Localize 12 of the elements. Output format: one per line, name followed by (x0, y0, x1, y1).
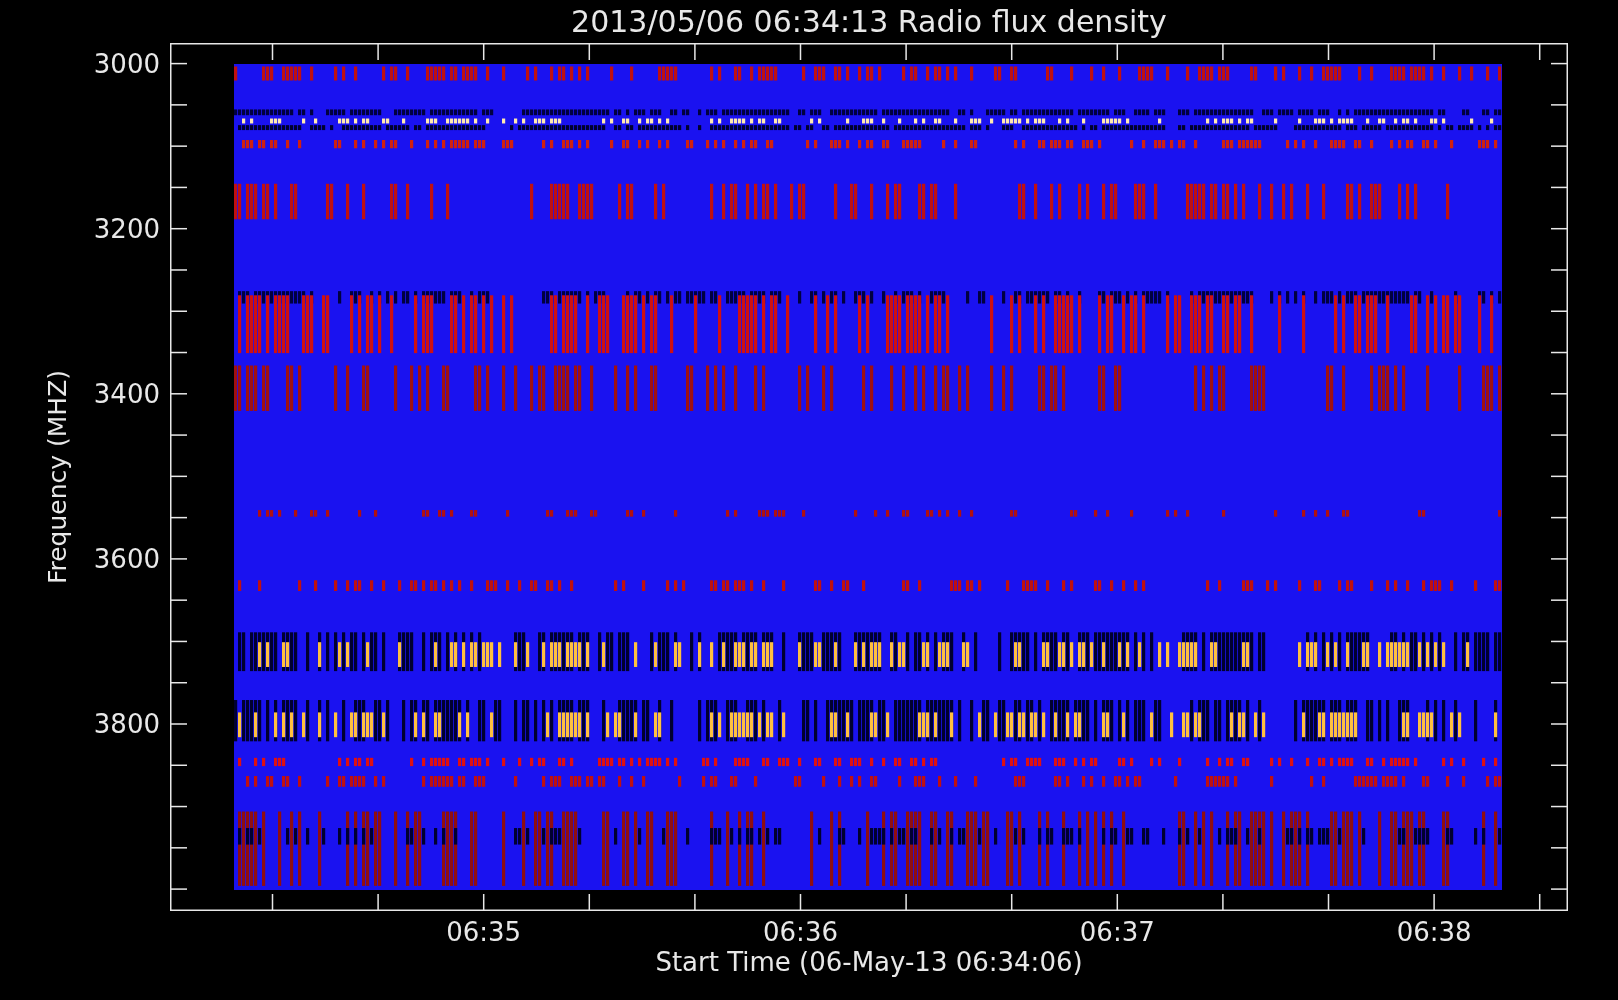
y-tick-label: 3200 (93, 213, 160, 244)
y-tick-label: 3600 (93, 543, 160, 574)
y-tick-label: 3800 (93, 709, 160, 739)
y-tick-label: 3000 (93, 48, 160, 79)
x-tick-label: 06:36 (763, 917, 838, 947)
y-tick-label: 3400 (93, 378, 160, 409)
x-axis-label: Start Time (06-May-13 06:34:06) (655, 947, 1083, 977)
y-axis-label: Frequency (MHZ) (42, 369, 72, 585)
plot-title: 2013/05/06 06:34:13 Radio flux density (571, 4, 1167, 39)
x-tick-label: 06:38 (1396, 917, 1472, 947)
x-tick-label: 06:35 (446, 917, 522, 947)
x-tick-label: 06:37 (1079, 917, 1155, 947)
